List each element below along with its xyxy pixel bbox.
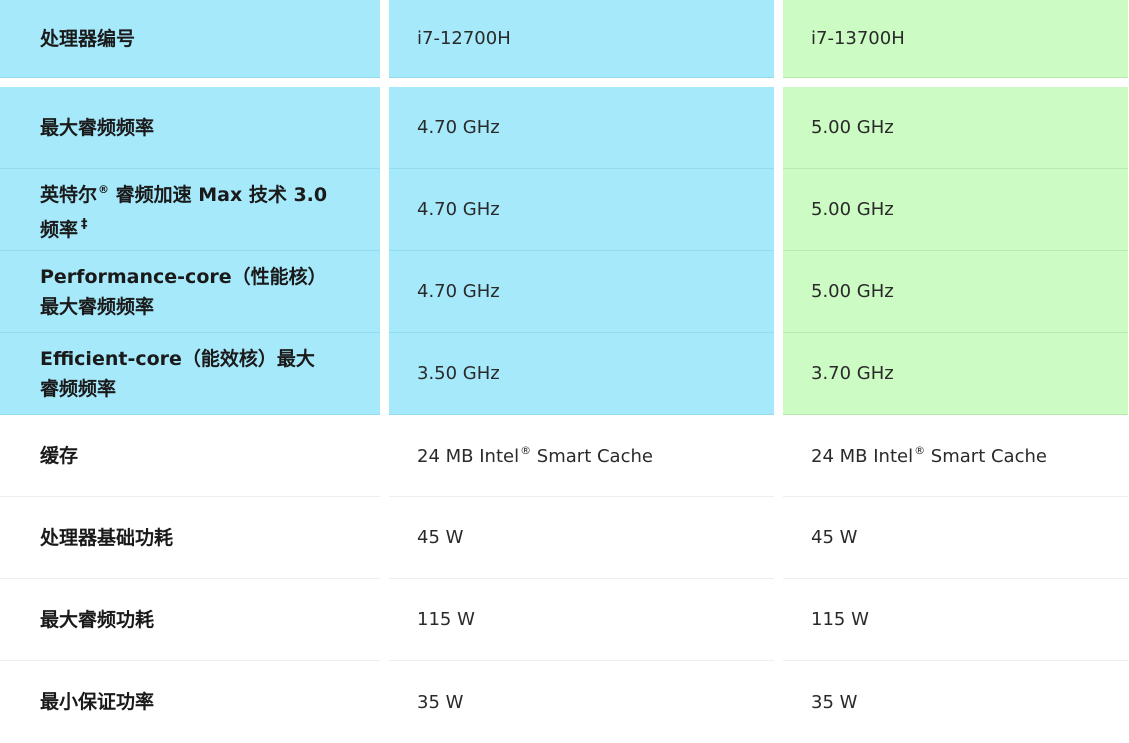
cell-i7-13700h-min-assured-power: 35 W [783,661,1128,743]
row-label-cache: 缓存 [0,415,380,497]
row-label-processor-number: 处理器编号 [0,0,380,78]
cell-i7-13700h-max-turbo-frequency: 5.00 GHz [783,87,1128,169]
header-divider [783,78,1128,87]
header-divider [0,78,380,87]
cell-i7-13700h-cache: 24 MB Intel® Smart Cache [783,415,1128,497]
cell-i7-12700h-max-turbo-power: 115 W [389,579,774,661]
cell-i7-13700h-efficient-core-max-turbo: 3.70 GHz [783,333,1128,415]
spec-comparison-table: 处理器编号 i7-12700H i7-13700H 最大睿频频率 4.70 GH… [0,0,1129,743]
header-divider [389,78,774,87]
cell-i7-13700h-processor-base-power: 45 W [783,497,1128,579]
cell-i7-13700h-performance-core-max-turbo: 5.00 GHz [783,251,1128,333]
cell-i7-12700h-min-assured-power: 35 W [389,661,774,743]
row-label-efficient-core-max-turbo: Efficient-core（能效核）最大 睿频频率 [0,333,380,415]
row-label-max-turbo-power: 最大睿频功耗 [0,579,380,661]
row-label-processor-base-power: 处理器基础功耗 [0,497,380,579]
cell-i7-12700h-max-turbo-frequency: 4.70 GHz [389,87,774,169]
cell-i7-12700h-efficient-core-max-turbo: 3.50 GHz [389,333,774,415]
cell-i7-12700h-processor-base-power: 45 W [389,497,774,579]
cell-i7-12700h-processor-number: i7-12700H [389,0,774,78]
cell-i7-13700h-max-turbo-power: 115 W [783,579,1128,661]
cell-i7-13700h-processor-number: i7-13700H [783,0,1128,78]
row-label-turbo-boost-max-3-frequency: 英特尔® 睿频加速 Max 技术 3.0 频率 ‡ [0,169,380,251]
cell-i7-13700h-turbo-boost-max-3-frequency: 5.00 GHz [783,169,1128,251]
row-label-performance-core-max-turbo: Performance-core（性能核） 最大睿频频率 [0,251,380,333]
row-label-min-assured-power: 最小保证功率 [0,661,380,743]
row-label-max-turbo-frequency: 最大睿频频率 [0,87,380,169]
cell-i7-12700h-turbo-boost-max-3-frequency: 4.70 GHz [389,169,774,251]
cell-i7-12700h-cache: 24 MB Intel® Smart Cache [389,415,774,497]
cell-i7-12700h-performance-core-max-turbo: 4.70 GHz [389,251,774,333]
